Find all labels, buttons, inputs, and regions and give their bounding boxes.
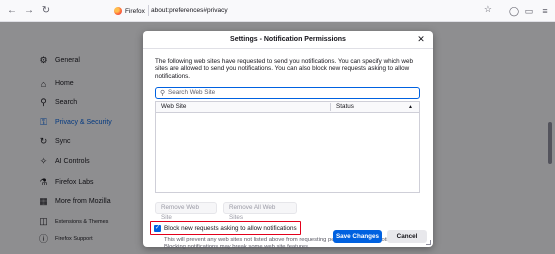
- column-divider: [330, 103, 331, 111]
- resize-handle[interactable]: [426, 240, 431, 245]
- cancel-button[interactable]: Cancel: [387, 230, 427, 243]
- highlight-annotation: [150, 221, 301, 235]
- dialog-divider: [143, 48, 433, 49]
- url-bar[interactable]: Firefox about:preferences#privacy ☆: [82, 3, 492, 19]
- column-header-status[interactable]: Status: [336, 102, 354, 112]
- extensions-icon[interactable]: ▭: [522, 4, 536, 18]
- reload-icon[interactable]: ↻: [39, 4, 53, 18]
- firefox-logo-icon: [114, 7, 122, 15]
- column-header-web-site[interactable]: Web Site: [161, 102, 186, 112]
- arrow-right-icon[interactable]: →: [22, 4, 36, 18]
- search-input[interactable]: [168, 88, 408, 97]
- notification-permissions-dialog: Settings - Notification Permissions ✕ Th…: [143, 31, 433, 250]
- close-icon[interactable]: ✕: [416, 34, 426, 44]
- url-text[interactable]: about:preferences#privacy: [151, 6, 228, 16]
- star-icon[interactable]: ☆: [484, 4, 492, 15]
- remove-website-button[interactable]: Remove Web Site: [155, 202, 217, 221]
- websites-table: Web Site Status ▲: [155, 101, 420, 193]
- url-divider: [148, 5, 149, 16]
- identity-box[interactable]: Firefox: [114, 6, 145, 16]
- dialog-description: The following web sites have requested t…: [155, 58, 413, 80]
- sort-arrow-icon[interactable]: ▲: [408, 102, 413, 112]
- menu-icon[interactable]: ≡: [538, 4, 552, 18]
- dialog-title: Settings - Notification Permissions: [230, 36, 346, 43]
- browser-toolbar: ← → ↻ Firefox about:preferences#privacy …: [0, 0, 555, 22]
- search-icon: ⚲: [160, 90, 166, 97]
- remove-all-websites-button[interactable]: Remove All Web Sites: [223, 202, 297, 221]
- account-icon[interactable]: ◯: [507, 4, 521, 18]
- search-box[interactable]: ⚲: [155, 87, 420, 99]
- table-header: Web Site Status ▲: [156, 102, 419, 113]
- arrow-left-icon[interactable]: ←: [5, 4, 19, 18]
- identity-label: Firefox: [125, 7, 145, 15]
- save-changes-button[interactable]: Save Changes: [333, 230, 382, 243]
